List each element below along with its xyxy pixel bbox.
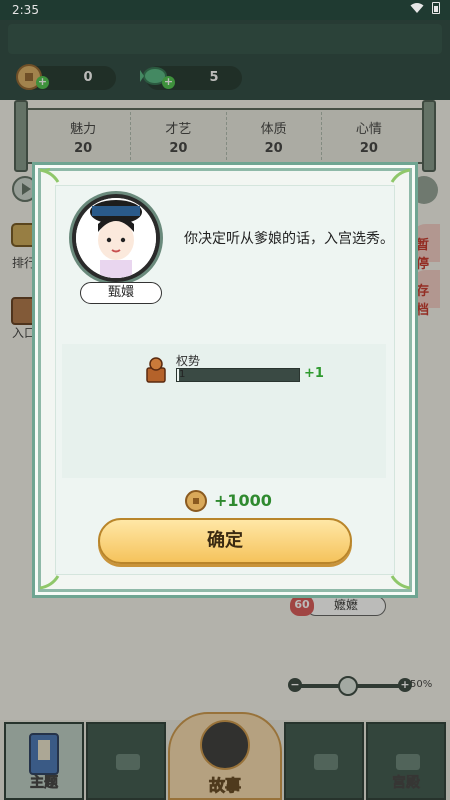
character-name-tag: 甄嬛 bbox=[80, 282, 162, 304]
status-bar: 2:35 bbox=[0, 0, 450, 20]
attribute-value: 1 bbox=[179, 369, 186, 380]
bamboo-corner-icon bbox=[38, 566, 62, 590]
wifi-icon bbox=[410, 3, 424, 13]
coin-reward-amount: +1000 bbox=[214, 491, 272, 510]
reward-panel bbox=[62, 344, 386, 478]
battery-icon bbox=[432, 2, 440, 14]
status-time: 2:35 bbox=[12, 3, 39, 17]
coin-icon bbox=[185, 490, 207, 512]
confirm-button[interactable]: 确定 bbox=[98, 518, 352, 564]
attribute-label: 权势 bbox=[176, 354, 201, 368]
character-avatar-icon bbox=[76, 198, 156, 278]
character-portrait bbox=[72, 194, 160, 282]
attribute-change: +1 bbox=[304, 366, 324, 381]
attribute-progress-bar: 1 bbox=[176, 368, 300, 382]
bamboo-corner-icon bbox=[388, 168, 412, 192]
bamboo-corner-icon bbox=[388, 566, 412, 590]
status-icons bbox=[410, 2, 440, 14]
power-seal-icon bbox=[146, 357, 166, 383]
bamboo-corner-icon bbox=[38, 168, 62, 192]
story-text: 你决定听从爹娘的话，入宫选秀。 bbox=[184, 231, 394, 247]
